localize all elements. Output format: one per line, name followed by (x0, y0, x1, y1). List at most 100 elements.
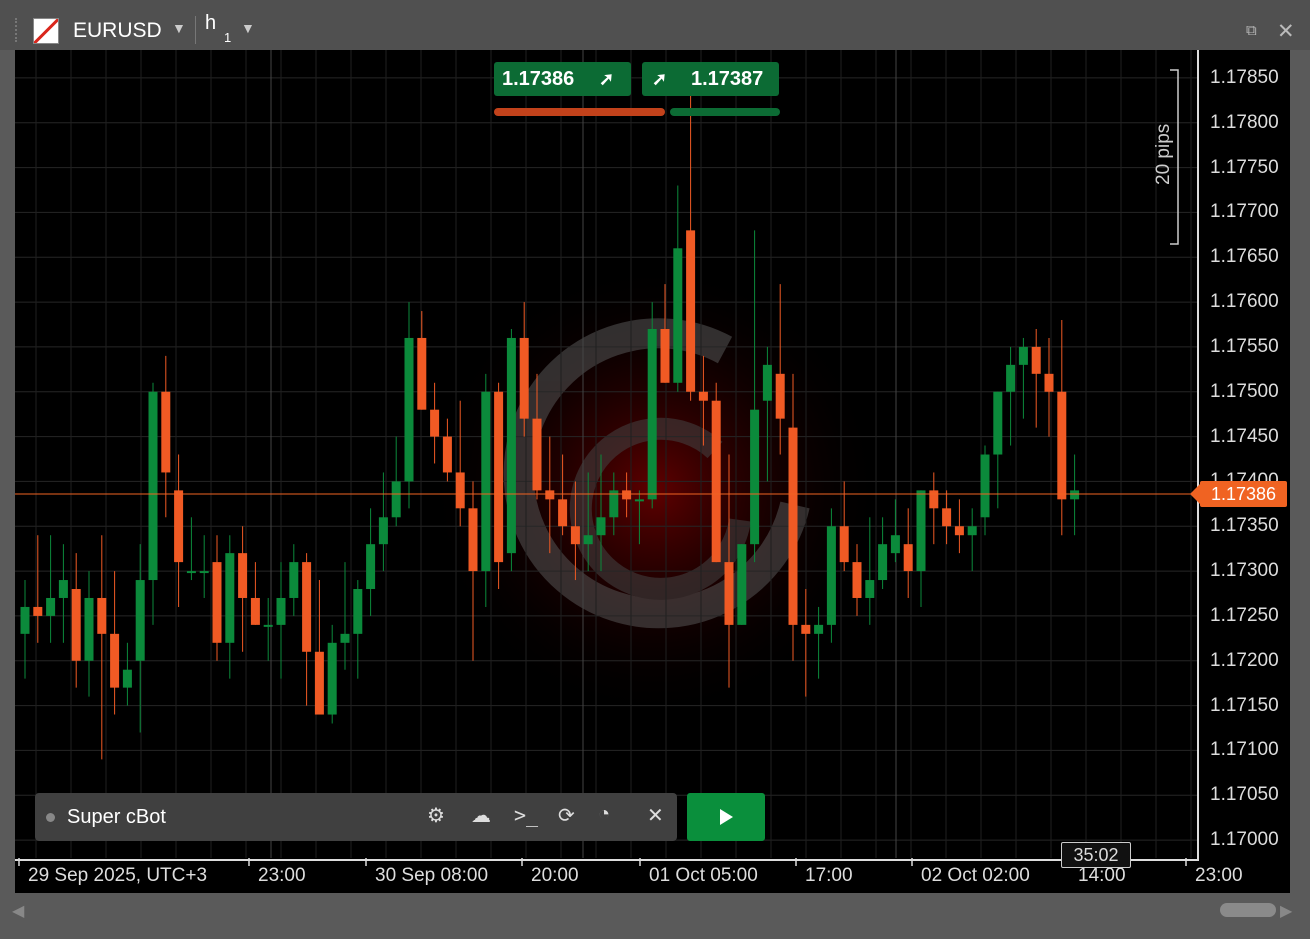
candle-body (494, 391, 504, 563)
candle-body (302, 562, 312, 652)
candle-body (762, 364, 772, 401)
price-tick-label: 1.17150 (1210, 694, 1279, 716)
candle-body (174, 490, 184, 563)
chevron-down-icon[interactable]: ▼ (241, 20, 255, 36)
divider (195, 16, 196, 44)
speedometer-icon[interactable]: ◔ (598, 803, 610, 826)
candle-body (750, 409, 760, 545)
price-tick-label: 1.17100 (1210, 739, 1279, 761)
candle-body (212, 562, 222, 643)
candle-body (852, 562, 862, 598)
candle-body (33, 606, 43, 616)
candle-body (20, 606, 30, 634)
gear-icon[interactable]: ⚙ (427, 803, 445, 828)
candle-body (186, 571, 196, 574)
candle-body (878, 544, 888, 581)
candle-body (225, 553, 235, 643)
candle-body (378, 517, 388, 545)
candle-body (865, 580, 875, 598)
window-titlebar: EURUSD ▼ h 1 ▼ ⧉ ✕ (0, 0, 1310, 50)
terminal-icon[interactable]: >_ (514, 803, 538, 827)
candle-body (122, 669, 132, 688)
chevron-down-icon[interactable]: ▼ (172, 20, 186, 36)
cbot-panel: Super cBot ⚙ ☁ >_ ⟳ ◔ ✕ (35, 793, 677, 841)
candle-body (993, 391, 1003, 455)
arrow-up-right-icon: ➚ (599, 69, 615, 89)
candle-body (596, 517, 606, 536)
buy-volume-bar (670, 108, 780, 116)
sell-button[interactable]: 1.17386 ➚ (494, 62, 631, 96)
candle-body (954, 526, 964, 536)
candle-body (929, 490, 939, 509)
candle-body (250, 597, 260, 625)
price-tick-label: 1.17850 (1210, 66, 1279, 88)
price-tick-label: 1.17600 (1210, 291, 1279, 313)
candle-body (558, 499, 568, 527)
candle-body (366, 544, 376, 590)
candle-body (58, 580, 68, 598)
candle-body (775, 373, 785, 419)
scroll-left-icon[interactable]: ◀ (12, 901, 24, 921)
cbot-name[interactable]: Super cBot (67, 806, 166, 829)
candle-body (903, 544, 913, 572)
candle-body (71, 589, 81, 661)
candle-body (788, 427, 798, 625)
close-icon[interactable]: ✕ (1277, 19, 1295, 44)
price-tick-label: 1.17250 (1210, 604, 1279, 626)
horizontal-scrollbar[interactable]: ◀ ▶ (0, 893, 1310, 928)
candle-body (353, 589, 363, 634)
candle-body (340, 633, 350, 643)
buy-button[interactable]: ➚ 1.17387 (642, 62, 779, 96)
history-icon[interactable]: ⟳ (558, 803, 575, 828)
candle-body (1070, 490, 1080, 500)
price-tick-label: 1.17300 (1210, 560, 1279, 582)
candle-body (391, 481, 401, 518)
external-link-icon[interactable]: ⧉ (1246, 22, 1257, 39)
candle-body (1031, 346, 1041, 374)
symbol-name[interactable]: EURUSD (73, 19, 162, 43)
candle-body (1044, 373, 1054, 392)
candle-body (97, 597, 107, 634)
scroll-right-icon[interactable]: ▶ (1280, 901, 1292, 921)
candle-body (263, 624, 273, 627)
candle-body (737, 544, 747, 625)
candle-body (276, 597, 286, 625)
candlestick-chart (15, 50, 1199, 866)
price-chart[interactable]: 1.17386 ➚ ➚ 1.17387 1.17850 1.17800 1.1775… (15, 50, 1290, 893)
time-tick-label: 29 Sep 2025, UTC+3 (28, 865, 208, 886)
candle-body (430, 409, 440, 437)
candle-body (455, 472, 465, 509)
timeframe-label[interactable]: h (205, 12, 216, 35)
price-tick-label: 1.17450 (1210, 425, 1279, 447)
price-tick-label: 1.17650 (1210, 246, 1279, 268)
start-cbot-button[interactable] (687, 793, 765, 841)
time-tick-label: 01 Oct 05:00 (649, 865, 758, 886)
candle-body (545, 490, 555, 500)
candle-body (46, 597, 56, 616)
candle-body (199, 571, 209, 574)
time-tick-label: 23:00 (258, 865, 306, 886)
price-tick-label: 1.17350 (1210, 515, 1279, 537)
ask-price: 1.17387 (691, 68, 764, 90)
candle-body (570, 526, 580, 545)
time-tick-label: 20:00 (531, 865, 579, 886)
sell-volume-bar (494, 108, 665, 116)
cloud-icon[interactable]: ☁ (471, 803, 491, 828)
timeframe-value[interactable]: 1 (224, 30, 231, 45)
price-tick-label: 1.17200 (1210, 649, 1279, 671)
candle-body (148, 391, 158, 581)
candle-body (327, 642, 337, 715)
close-icon[interactable]: ✕ (647, 803, 664, 828)
price-tick-label: 1.17500 (1210, 380, 1279, 402)
candle-body (238, 553, 248, 598)
candle-body (314, 651, 324, 715)
candle-body (481, 391, 491, 572)
candle-body (980, 454, 990, 518)
candle-body (506, 337, 516, 554)
candle-body (686, 230, 696, 392)
scroll-thumb[interactable] (1220, 903, 1276, 917)
drag-grip-icon[interactable] (15, 18, 21, 42)
candle-body (673, 248, 683, 383)
candle-body (1018, 346, 1028, 365)
candle-body (442, 436, 452, 473)
